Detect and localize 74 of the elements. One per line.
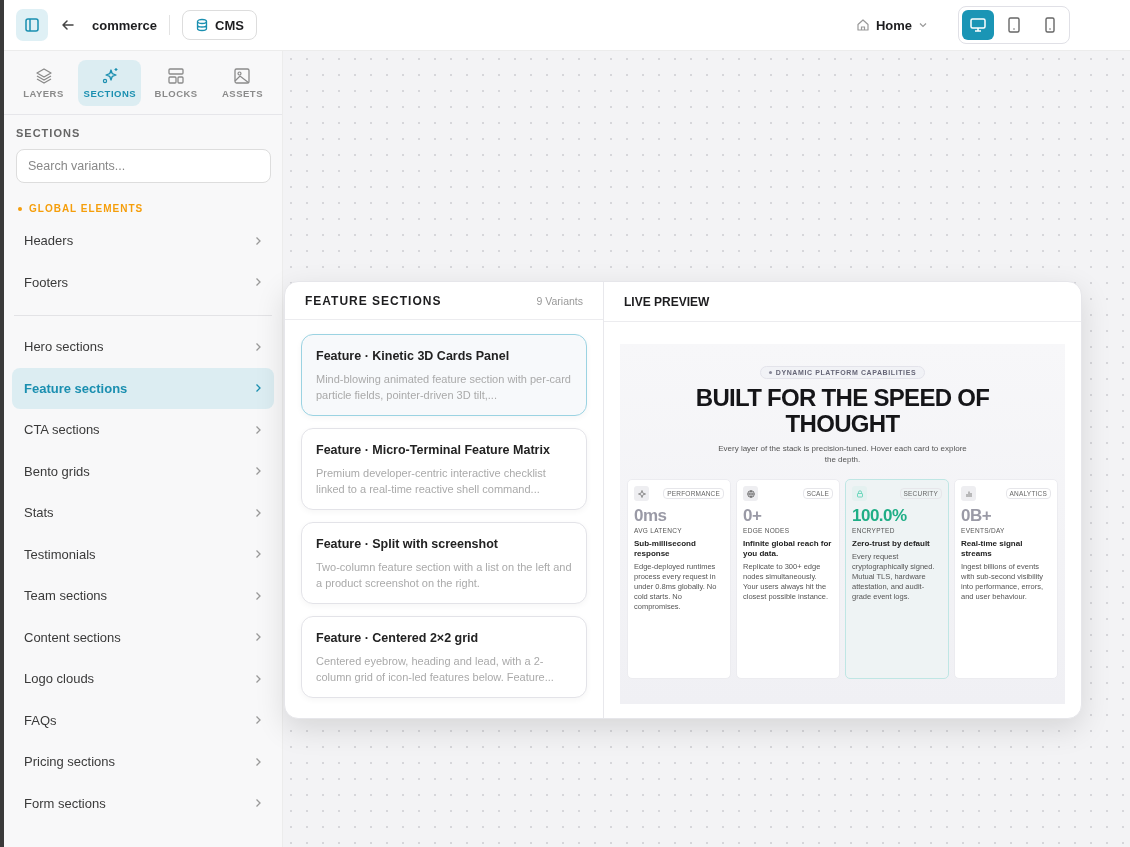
bullet-dot bbox=[18, 206, 22, 211]
chevron-right-icon bbox=[254, 673, 262, 684]
card-title: Sub-millisecond response bbox=[634, 539, 697, 559]
category-item[interactable]: FAQs bbox=[12, 699, 274, 741]
popup-title: FEATURE SECTIONS bbox=[305, 293, 442, 308]
chevron-right-icon bbox=[254, 715, 262, 726]
sidebar-toggle-button[interactable] bbox=[16, 9, 48, 41]
chevron-down-icon bbox=[918, 20, 928, 30]
bullet-dot bbox=[768, 371, 772, 374]
variant-card[interactable]: Feature · Micro-Terminal Feature Matrix Premium developer-centric interactive checklist linked to a real-time reactive shell command... bbox=[301, 428, 587, 510]
card-title: Real-time signal streams bbox=[961, 539, 1024, 559]
category-item[interactable]: Bento grids bbox=[12, 450, 274, 492]
sidebar-icon bbox=[24, 17, 40, 33]
device-button[interactable] bbox=[962, 10, 994, 40]
chevron-right-icon bbox=[254, 632, 262, 643]
chevron-right-icon bbox=[254, 424, 262, 435]
search-field[interactable]: Search variants... bbox=[16, 149, 271, 183]
variant-description: Centered eyebrow, heading and lead, with a 2-column grid of icon-led features below. Feature... bbox=[316, 654, 555, 685]
category-item[interactable]: Footers bbox=[12, 261, 274, 303]
category-item[interactable]: Headers bbox=[12, 220, 274, 262]
blocks-icon bbox=[167, 67, 186, 85]
group-label: GLOBAL ELEMENTS bbox=[29, 203, 144, 214]
preview-title: LIVE PREVIEW bbox=[604, 282, 1081, 322]
chevron-right-icon bbox=[254, 549, 262, 560]
card-title: Zero-trust by default bbox=[852, 539, 931, 549]
back-button[interactable] bbox=[60, 17, 76, 33]
variant-title: Feature · Micro-Terminal Feature Matrix bbox=[316, 443, 551, 457]
variant-count: 9 Variants bbox=[536, 294, 583, 307]
layers-icon bbox=[34, 67, 53, 85]
card-value: 0ms bbox=[634, 506, 668, 526]
variant-description: Mind-blowing animated feature section with per-card particle fields, pointer-driven 3D tilt,... bbox=[316, 372, 572, 403]
variant-card[interactable]: Feature · Kinetic 3D Cards Panel Mind-blowing animated feature section with per-card particle fields, pointer-driven 3D tilt,... bbox=[301, 334, 587, 416]
sparkles-icon bbox=[100, 67, 119, 85]
variant-title: Feature · Split with screenshot bbox=[316, 537, 499, 551]
chevron-right-icon bbox=[254, 756, 262, 767]
variant-description: Premium developer-centric interactive checklist linked to a real-time reactive shell command... bbox=[316, 466, 547, 497]
chevron-right-icon bbox=[254, 277, 262, 288]
chevron-right-icon bbox=[254, 798, 262, 809]
tablet-icon bbox=[1005, 16, 1023, 34]
desktop-icon bbox=[969, 16, 987, 34]
variant-title: Feature · Centered 2×2 grid bbox=[316, 631, 480, 645]
card-value: 100.0% bbox=[852, 506, 908, 526]
category-item[interactable]: Stats bbox=[12, 492, 274, 534]
variant-description: Two-column feature section with a list on the left and a product screenshot on the right. bbox=[316, 560, 572, 591]
chevron-right-icon bbox=[254, 507, 262, 518]
chevron-right-icon bbox=[254, 383, 262, 394]
category-item[interactable]: Content sections bbox=[12, 616, 274, 658]
cms-button[interactable]: CMS bbox=[182, 10, 257, 40]
card-value: 0+ bbox=[743, 506, 763, 526]
card-value: 0B+ bbox=[961, 506, 993, 526]
database-icon bbox=[195, 18, 210, 32]
home-icon bbox=[855, 18, 870, 32]
category-item[interactable]: Pricing sections bbox=[12, 741, 274, 783]
category-item[interactable]: Testimonials bbox=[12, 533, 274, 575]
variant-card[interactable]: Feature · Centered 2×2 grid Centered eyebrow, heading and lead, with a 2-column grid of icon-led features below. Feature... bbox=[301, 616, 587, 698]
category-item[interactable]: Team sections bbox=[12, 575, 274, 617]
chevron-right-icon bbox=[254, 590, 262, 601]
category-item[interactable]: Logo clouds bbox=[12, 658, 274, 700]
card-title: Infinite global reach for you data. bbox=[743, 539, 833, 559]
hero-heading: BUILT FOR THE SPEED OF THOUGHT bbox=[694, 385, 991, 437]
image-icon bbox=[233, 67, 252, 85]
page-dropdown[interactable]: Home bbox=[855, 17, 928, 33]
chevron-right-icon bbox=[254, 466, 262, 477]
back-icon bbox=[60, 17, 76, 33]
chevron-right-icon bbox=[254, 341, 262, 352]
variant-title: Feature · Kinetic 3D Cards Panel bbox=[316, 349, 511, 363]
project-name: commerce bbox=[92, 17, 158, 33]
category-item[interactable]: CTA sections bbox=[12, 409, 274, 451]
category-item[interactable]: Hero sections bbox=[12, 326, 274, 368]
panel-heading: SECTIONS bbox=[15, 127, 82, 139]
variant-card[interactable]: Feature · Split with screenshot Two-column feature section with a list on the left and a product screenshot on the right. bbox=[301, 522, 587, 604]
chevron-right-icon bbox=[254, 235, 262, 246]
category-item[interactable]: Form sections bbox=[12, 782, 274, 824]
hero-lead: Every layer of the stack is precision-tuned. Hover each card to explore the depth. bbox=[717, 443, 968, 465]
